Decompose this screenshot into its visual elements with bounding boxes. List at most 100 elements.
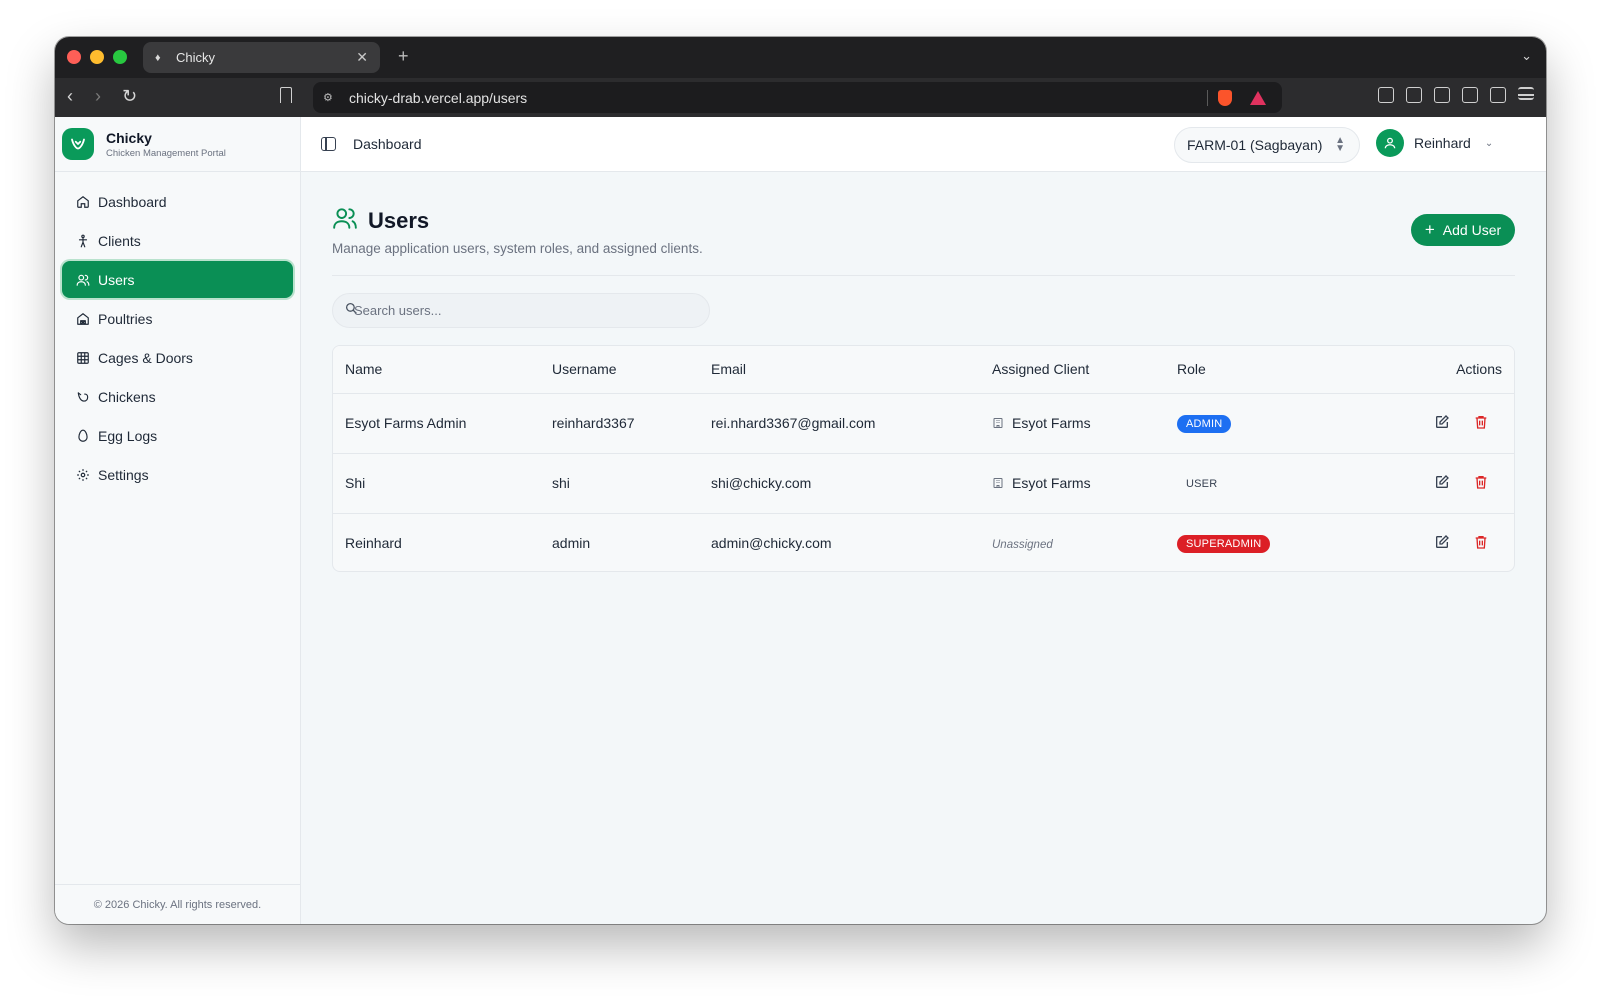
- maximize-window-button[interactable]: [113, 50, 127, 64]
- column-header-role[interactable]: Role: [1177, 346, 1317, 394]
- edit-icon[interactable]: [1434, 534, 1450, 550]
- vpn-icon[interactable]: [1490, 87, 1506, 103]
- tab-close-icon[interactable]: ✕: [356, 49, 368, 66]
- page-title-text: Users: [368, 207, 430, 233]
- divider: [1207, 89, 1208, 106]
- sidebar-item-poultries[interactable]: Poultries: [62, 300, 293, 337]
- edit-icon[interactable]: [1434, 474, 1450, 490]
- brand[interactable]: Chicky Chicken Management Portal: [55, 117, 300, 172]
- sidebar-item-label: Clients: [98, 232, 141, 249]
- site-settings-icon[interactable]: ⚙: [323, 91, 337, 104]
- chevron-down-icon: ⌄: [1484, 137, 1494, 149]
- users-icon: [76, 273, 90, 287]
- sidebar-item-clients[interactable]: Clients: [62, 222, 293, 259]
- new-tab-icon[interactable]: +: [398, 46, 409, 67]
- topbar: Dashboard FARM-01 (Sagbayan) ▲ ▼ Reinhard…: [301, 117, 1546, 172]
- gear-icon: [76, 468, 90, 482]
- leo-icon[interactable]: [1462, 87, 1478, 103]
- sidebar-item-cages-doors[interactable]: Cages & Doors: [62, 339, 293, 376]
- chicken-icon: [76, 390, 90, 404]
- farm-select-value: FARM-01 (Sagbayan): [1187, 137, 1323, 153]
- page-title: Users: [332, 205, 429, 236]
- brave-shields-icon[interactable]: [1218, 89, 1232, 106]
- close-window-button[interactable]: [67, 50, 81, 64]
- sidebar-footer: © 2026 Chicky. All rights reserved.: [55, 884, 300, 924]
- building-icon: [993, 478, 1003, 488]
- add-user-button[interactable]: + Add User: [1411, 214, 1515, 246]
- trash-icon[interactable]: [1473, 474, 1489, 490]
- column-header-assigned-client[interactable]: Assigned Client: [992, 346, 1177, 394]
- wallet-icon[interactable]: [1434, 87, 1450, 103]
- brand-name: Chicky: [106, 129, 152, 146]
- role-badge: ADMIN: [1177, 414, 1232, 433]
- cell-username: shi: [552, 453, 711, 514]
- back-icon[interactable]: ‹: [67, 86, 73, 106]
- bookmark-icon[interactable]: [280, 87, 292, 103]
- cell-name: Esyot Farms Admin: [333, 393, 552, 454]
- cell-role: SUPERADMIN: [1177, 513, 1317, 571]
- tab-title: Chicky: [176, 50, 216, 65]
- search-input[interactable]: [354, 303, 684, 318]
- minimize-window-button[interactable]: [90, 50, 104, 64]
- sidebar-item-label: Dashboard: [98, 193, 167, 210]
- forward-icon[interactable]: ›: [95, 86, 101, 106]
- extensions-icon[interactable]: [1378, 87, 1394, 103]
- page-header: Users Manage application users, system r…: [332, 172, 1515, 276]
- browser-tab[interactable]: ♦ Chicky ✕: [143, 42, 380, 73]
- user-menu[interactable]: Reinhard ⌄: [1376, 129, 1493, 157]
- sidebar: Chicky Chicken Management Portal Dashboa…: [55, 117, 301, 924]
- sidebar-toggle-icon[interactable]: [321, 137, 336, 151]
- sidebar-item-dashboard[interactable]: Dashboard: [62, 183, 293, 220]
- edit-icon[interactable]: [1434, 414, 1450, 430]
- browser-window: ♦ Chicky ✕ + ⌄ ‹ › ↻ ⚙ chicky-drab.verce…: [55, 37, 1546, 924]
- sidebar-item-chickens[interactable]: Chickens: [62, 378, 293, 415]
- role-badge: SUPERADMIN: [1177, 534, 1271, 553]
- sidebar-item-users[interactable]: Users: [62, 261, 293, 298]
- trash-icon[interactable]: [1473, 414, 1489, 430]
- add-user-label: Add User: [1442, 222, 1502, 238]
- reload-icon[interactable]: ↻: [122, 86, 137, 106]
- column-header-name[interactable]: Name: [333, 346, 552, 394]
- cell-client: Esyot Farms: [992, 393, 1177, 454]
- cell-name: Reinhard: [345, 535, 402, 552]
- extension-icons: [1378, 87, 1534, 103]
- rewards-icon[interactable]: [1250, 90, 1266, 105]
- users-icon: [332, 205, 358, 236]
- table-row[interactable]: Reinhard admin admin@chicky.com Unassign…: [333, 513, 1514, 571]
- cell-actions: [1317, 393, 1514, 454]
- address-bar[interactable]: ⚙ chicky-drab.vercel.app/users: [313, 82, 1282, 113]
- page-description: Manage application users, system roles, …: [332, 241, 703, 256]
- column-header-actions: Actions: [1317, 346, 1514, 394]
- tab-favicon-icon: ♦: [155, 51, 161, 64]
- sidebar-item-label: Egg Logs: [98, 427, 158, 444]
- search-box[interactable]: [332, 293, 710, 328]
- column-header-username[interactable]: Username: [552, 346, 711, 394]
- avatar: [1376, 129, 1404, 157]
- menu-icon[interactable]: [1518, 87, 1534, 100]
- browser-toolbar: ‹ › ↻ ⚙ chicky-drab.vercel.app/users: [55, 78, 1546, 117]
- table-row[interactable]: Esyot Farms Admin reinhard3367 rei.nhard…: [333, 393, 1514, 454]
- chevron-down-icon[interactable]: ⌄: [1521, 48, 1532, 64]
- table-row[interactable]: Shi shi shi@chicky.com Esyot Farms USER: [333, 453, 1514, 514]
- person-icon: [76, 234, 90, 248]
- sidebar-toggle-icon[interactable]: [1406, 87, 1422, 103]
- table-header-row: Name Username Email Assigned Client Role…: [333, 346, 1514, 394]
- users-page: Users Manage application users, system r…: [332, 172, 1515, 572]
- sidebar-item-label: Poultries: [98, 310, 153, 327]
- sidebar-nav: Dashboard Clients Users Poultries Cages …: [55, 172, 300, 493]
- home-icon: [76, 195, 90, 209]
- sidebar-item-settings[interactable]: Settings: [62, 456, 293, 493]
- cell-actions: [1317, 513, 1514, 571]
- farm-select[interactable]: FARM-01 (Sagbayan) ▲ ▼: [1174, 127, 1360, 163]
- trash-icon[interactable]: [1473, 534, 1489, 550]
- sidebar-item-egg-logs[interactable]: Egg Logs: [62, 417, 293, 454]
- cell-email: rei.nhard3367@gmail.com: [711, 393, 992, 454]
- sidebar-item-label: Cages & Doors: [98, 349, 193, 366]
- plus-icon: +: [1424, 220, 1435, 239]
- column-header-email[interactable]: Email: [711, 346, 992, 394]
- breadcrumb[interactable]: Dashboard: [353, 136, 422, 152]
- cell-name: Shi: [333, 453, 552, 514]
- building-icon: [993, 418, 1003, 428]
- client-name: Esyot Farms: [1012, 415, 1091, 431]
- cell-username: admin: [552, 535, 591, 552]
